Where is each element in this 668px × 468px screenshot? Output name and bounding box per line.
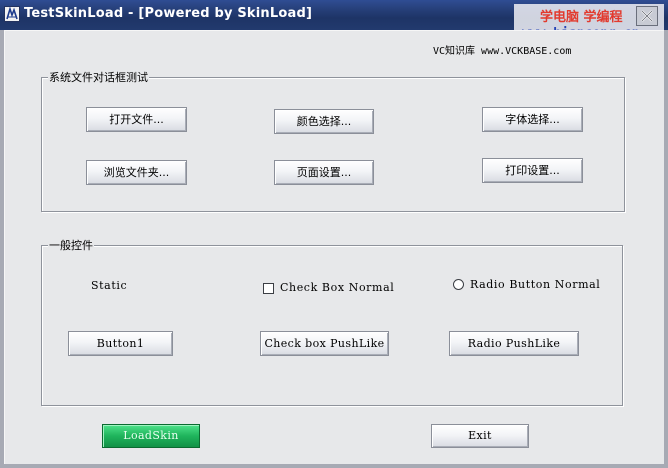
radio-pushlike-button[interactable]: Radio PushLike — [449, 331, 579, 356]
checkbox-normal-label[interactable]: Check Box Normal — [280, 281, 394, 294]
static-text: Static — [91, 279, 128, 292]
general-controls-group — [41, 245, 623, 406]
site-label: VC知识库 www.VCKBASE.com — [433, 46, 572, 57]
window-title: TestSkinLoad - [Powered by SkinLoad] — [24, 6, 313, 21]
browse-folder-button[interactable]: 浏览文件夹... — [86, 160, 187, 185]
loadskin-button[interactable]: LoadSkin — [102, 424, 200, 448]
file-dialog-group — [41, 77, 625, 212]
radio-button-normal-label[interactable]: Radio Button Normal — [470, 278, 600, 291]
exit-button[interactable]: Exit — [431, 424, 529, 448]
open-file-button[interactable]: 打开文件... — [86, 107, 187, 132]
button1[interactable]: Button1 — [68, 331, 173, 356]
close-button[interactable] — [636, 6, 658, 26]
file-dialog-group-label: 系统文件对话框测试 — [48, 69, 149, 85]
app-icon[interactable] — [4, 6, 20, 22]
color-select-button[interactable]: 颜色选择... — [274, 109, 374, 134]
watermark-text-line1: 学电脑 学编程 — [540, 10, 623, 25]
page-setup-button[interactable]: 页面设置... — [274, 160, 374, 185]
general-controls-group-label: 一般控件 — [48, 237, 94, 253]
app-window: TestSkinLoad - [Powered by SkinLoad] 学电脑… — [0, 0, 668, 468]
radio-button-normal[interactable] — [453, 279, 464, 290]
checkbox-normal[interactable] — [263, 283, 274, 294]
font-select-button[interactable]: 字体选择... — [482, 107, 583, 132]
check-box-pushlike-button[interactable]: Check box PushLike — [260, 331, 389, 356]
close-icon — [641, 10, 653, 22]
print-setup-button[interactable]: 打印设置... — [482, 158, 583, 183]
